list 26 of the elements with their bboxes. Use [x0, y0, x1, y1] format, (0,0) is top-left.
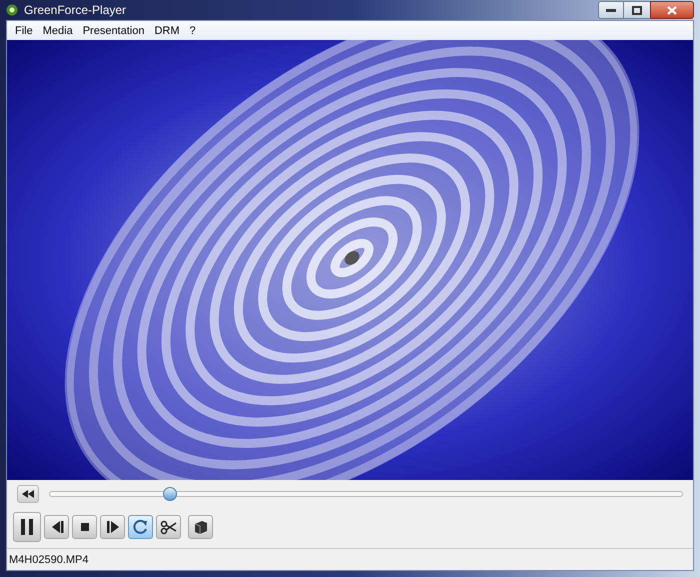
toolbar-button[interactable]	[100, 515, 125, 540]
close-icon	[667, 6, 677, 15]
menu-item[interactable]: DRM	[150, 22, 184, 40]
toolbar-button[interactable]	[72, 515, 97, 540]
toolbar-button[interactable]	[44, 515, 69, 540]
status-text: M4H02590.MP4	[9, 552, 88, 568]
rewind-button[interactable]	[17, 485, 39, 504]
pause-button[interactable]	[13, 512, 41, 542]
scissors-icon	[160, 518, 178, 536]
pause-icon	[18, 518, 36, 536]
menu-item[interactable]: Presentation	[78, 22, 148, 40]
close-button[interactable]	[650, 1, 694, 20]
toolbar-button[interactable]	[156, 515, 181, 540]
minimize-icon	[606, 8, 616, 12]
menu-item[interactable]: Media	[38, 22, 77, 40]
window-title: GreenForce-Player	[24, 2, 126, 20]
maximize-icon	[632, 6, 642, 15]
loop-icon	[132, 518, 150, 536]
minimize-button[interactable]	[598, 1, 624, 20]
seek-thumb[interactable]	[163, 487, 178, 502]
toolbar-button[interactable]	[188, 515, 213, 540]
rewind-icon	[22, 490, 34, 498]
maximize-button[interactable]	[624, 1, 650, 20]
menu-item[interactable]: File	[11, 22, 37, 40]
app-icon	[6, 4, 18, 16]
menu-item[interactable]: ?	[186, 22, 200, 40]
